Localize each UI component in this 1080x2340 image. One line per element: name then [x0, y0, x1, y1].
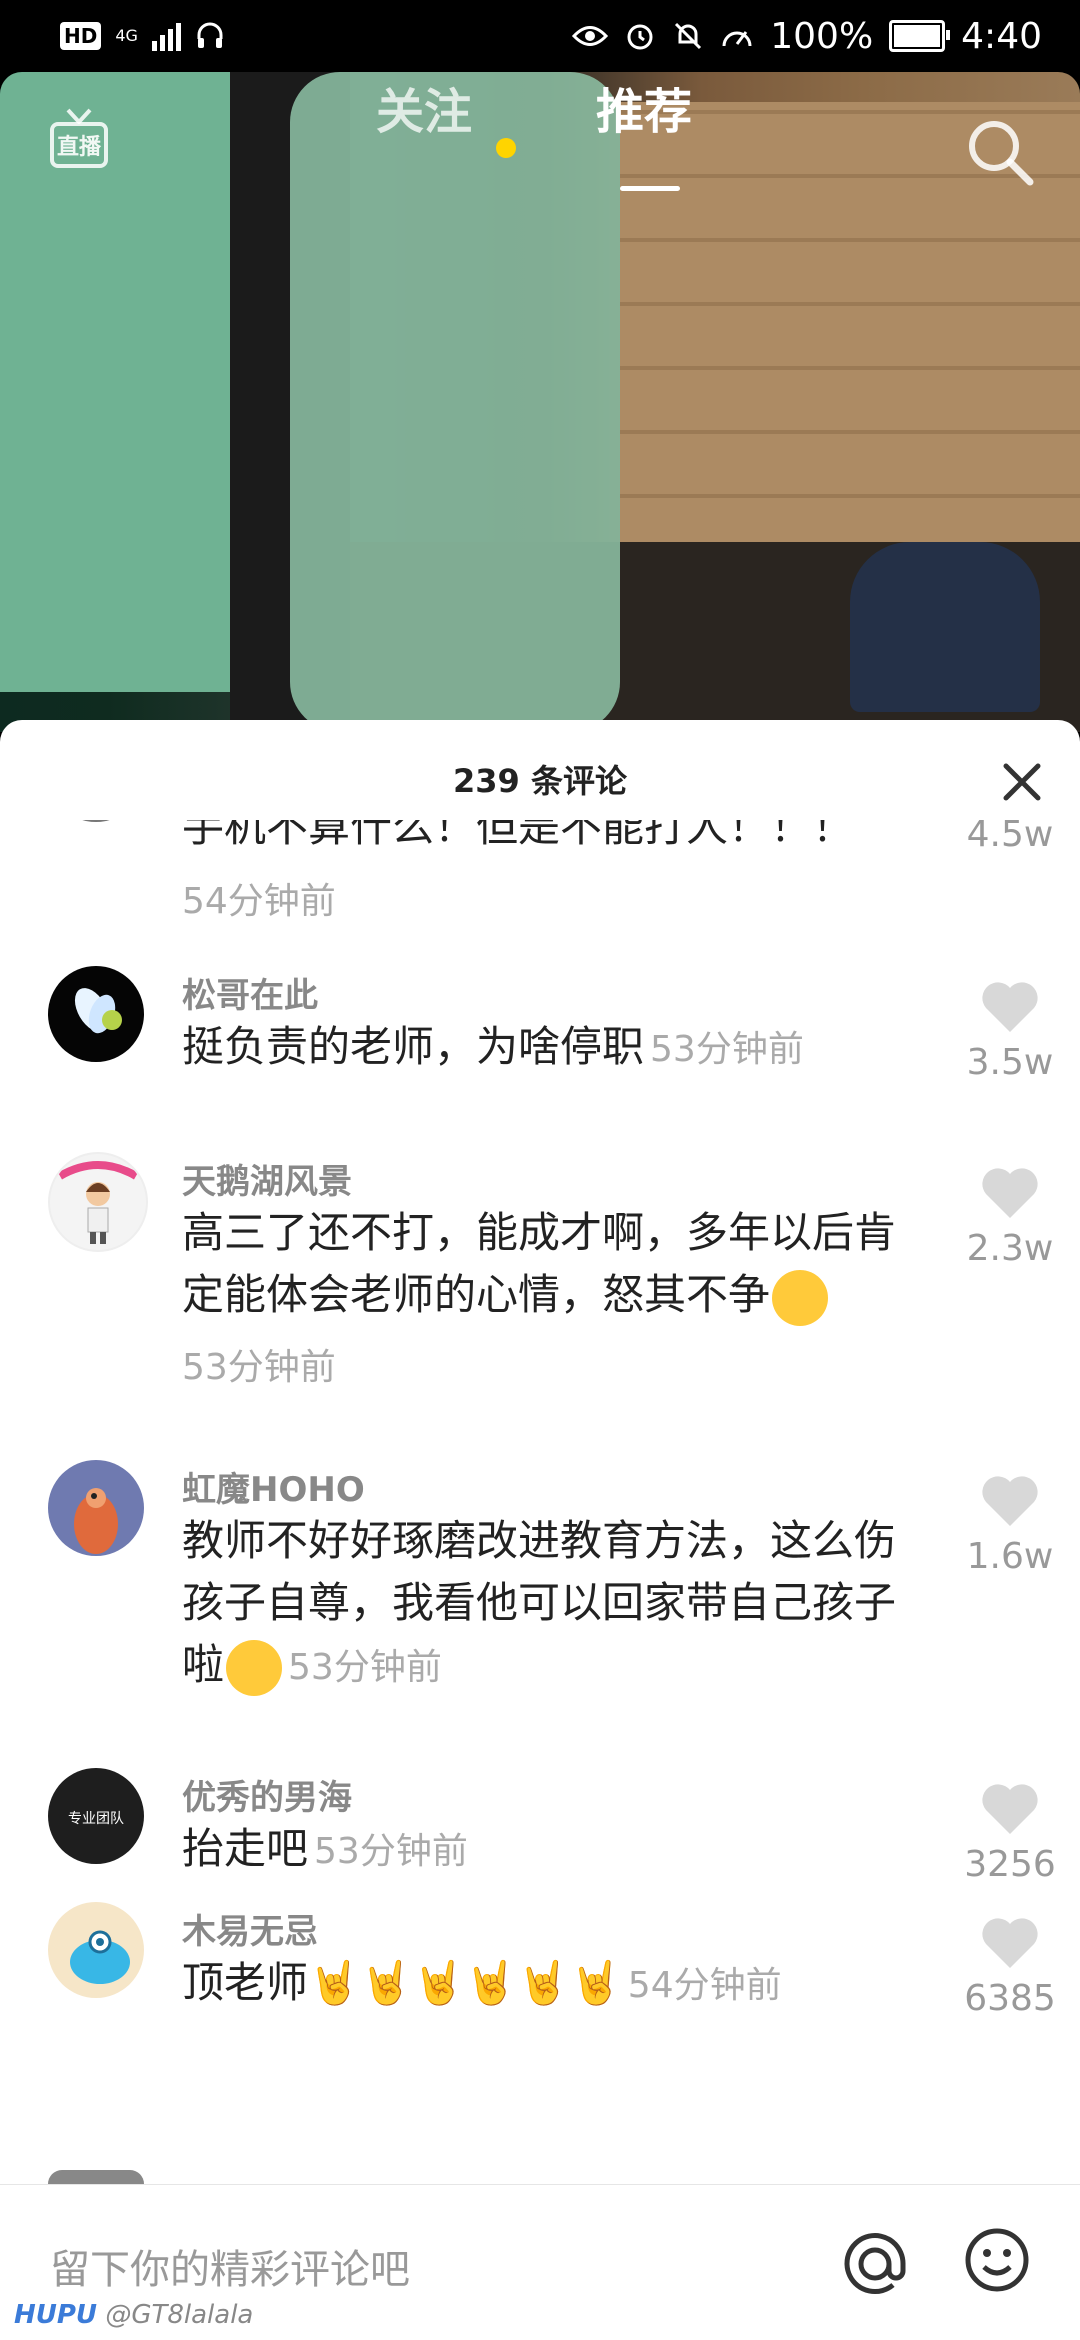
like-count: 2.3w: [966, 1228, 1054, 1269]
comments-header: 239 条评论: [0, 720, 1080, 820]
watermark-handle: @GT8lalala: [105, 2300, 254, 2330]
comment-username[interactable]: 优秀的男海: [182, 1770, 352, 1819]
comment-text: 教师不好好琢磨改进教育方法，这么伤孩子自尊，我看他可以回家带自己孩子啦 53分钟前: [182, 1510, 922, 1699]
like-button[interactable]: 3.5w: [960, 980, 1060, 1083]
avatar[interactable]: [48, 966, 144, 1062]
comment-time: 53分钟前: [182, 1347, 336, 1388]
watermark: HUPU @GT8lalala: [14, 2300, 253, 2330]
active-tab-indicator: [620, 186, 680, 191]
like-button[interactable]: 3256: [960, 1782, 1060, 1885]
comment-username[interactable]: 松哥在此: [182, 968, 318, 1017]
battery-percent: 100%: [770, 15, 874, 57]
like-button[interactable]: 6385: [960, 1916, 1060, 2019]
status-left: HD 4G: [60, 16, 225, 56]
top-nav: 直播 关注 推荐: [0, 72, 1080, 232]
battery-icon: [889, 20, 951, 52]
flower-avatar-icon: [74, 988, 122, 1034]
comment-text: 顶老师🤘🤘🤘🤘🤘🤘 54分钟前: [182, 1952, 922, 2017]
search-icon[interactable]: [960, 112, 1040, 192]
emoji-string: 🤘🤘🤘🤘🤘🤘: [308, 1958, 622, 2007]
at-mention-icon[interactable]: [840, 2229, 910, 2299]
like-button[interactable]: 1.6w: [960, 1474, 1060, 1577]
like-count: 1.6w: [966, 1536, 1054, 1577]
like-button[interactable]: 2.3w: [960, 1166, 1060, 1269]
signal-icon: [151, 21, 181, 51]
video-player[interactable]: 直播 关注 推荐: [0, 72, 1080, 732]
comment-text: 抬走吧 53分钟前: [182, 1818, 922, 1883]
watermark-brand: HUPU: [14, 2300, 98, 2330]
comment-time: 53分钟前: [314, 1831, 468, 1872]
live-button[interactable]: 直播: [50, 108, 108, 168]
mute-bell-icon: [675, 22, 702, 50]
monster-avatar-icon: [70, 1930, 130, 1984]
comment-text: 高三了还不打，能成才啊，多年以后肯定能体会老师的心情，怒其不争: [182, 1202, 922, 1326]
avatar[interactable]: [48, 1902, 144, 1998]
avatar[interactable]: [48, 1460, 144, 1556]
tab-recommend[interactable]: 推荐: [596, 72, 692, 142]
tab-follow[interactable]: 关注: [376, 72, 472, 142]
like-count: 4.5w: [966, 820, 1054, 855]
heart-icon: [982, 1476, 1038, 1526]
network-type: 4G: [115, 26, 138, 45]
laughing-emoji-icon: [772, 1269, 829, 1326]
like-count: 3256: [964, 1844, 1056, 1885]
close-icon[interactable]: [994, 754, 1050, 810]
headphones-icon: [197, 22, 223, 48]
like-count: 3.5w: [966, 1042, 1054, 1083]
heart-icon: [982, 1918, 1038, 1968]
heart-icon: [982, 1168, 1038, 1218]
comment-username[interactable]: 木易无忌: [182, 1904, 318, 1953]
comment-username[interactable]: 天鹅湖风景: [182, 1154, 352, 1203]
avatar[interactable]: [48, 1152, 148, 1252]
avatar[interactable]: [48, 820, 144, 822]
comment-input[interactable]: 留下你的精彩评论吧: [50, 2237, 410, 2295]
comment-body: 抬走吧: [182, 1824, 309, 1873]
hd-badge: HD: [60, 22, 102, 50]
avatar-badge-text: 专业团队: [68, 1811, 124, 1827]
heart-icon: [982, 1784, 1038, 1834]
comment-time: 54分钟前: [182, 881, 336, 922]
avatar[interactable]: [48, 2170, 144, 2184]
girl-avatar-icon: [57, 1161, 139, 1244]
status-right: 100% 4:40: [572, 12, 1042, 60]
comment-time: 53分钟前: [650, 1029, 804, 1070]
comments-sheet: 239 条评论 手机不算什么！但是不能打人！！！ 54分钟前 4.5w 松哥在此…: [0, 720, 1080, 2340]
comment-time: 54分钟前: [627, 1965, 782, 2006]
alarm-icon: [627, 24, 653, 50]
comment-body: 顶老师: [182, 1958, 309, 2007]
annoyed-emoji-icon: [226, 1639, 283, 1696]
comments-title: 239 条评论: [453, 762, 627, 800]
speed-icon: [722, 31, 752, 47]
clock: 4:40: [961, 15, 1042, 57]
avatar[interactable]: 专业团队: [48, 1768, 144, 1864]
notification-dot: [496, 138, 516, 158]
bird-avatar-icon: [74, 1488, 118, 1554]
live-label: 直播: [50, 122, 108, 168]
comment-text: 挺负责的老师，为啥停职 53分钟前: [182, 1016, 922, 1081]
comments-list[interactable]: 手机不算什么！但是不能打人！！！ 54分钟前 4.5w 松哥在此 挺负责的老师，…: [0, 820, 1080, 1900]
emoji-icon[interactable]: [962, 2225, 1032, 2295]
comment-text: 手机不算什么！但是不能打人！！！: [182, 820, 855, 851]
heart-icon: [982, 982, 1038, 1032]
comment-username[interactable]: 虹魔HOHO: [182, 1462, 365, 1511]
status-bar: HD 4G 100% 4:40: [0, 0, 1080, 72]
like-count: 6385: [964, 1978, 1056, 2019]
comment-body: 挺负责的老师，为啥停职: [182, 1022, 645, 1071]
like-button[interactable]: 4.5w: [960, 820, 1060, 855]
comment-time: 53分钟前: [288, 1647, 442, 1688]
eye-icon: [572, 26, 609, 46]
